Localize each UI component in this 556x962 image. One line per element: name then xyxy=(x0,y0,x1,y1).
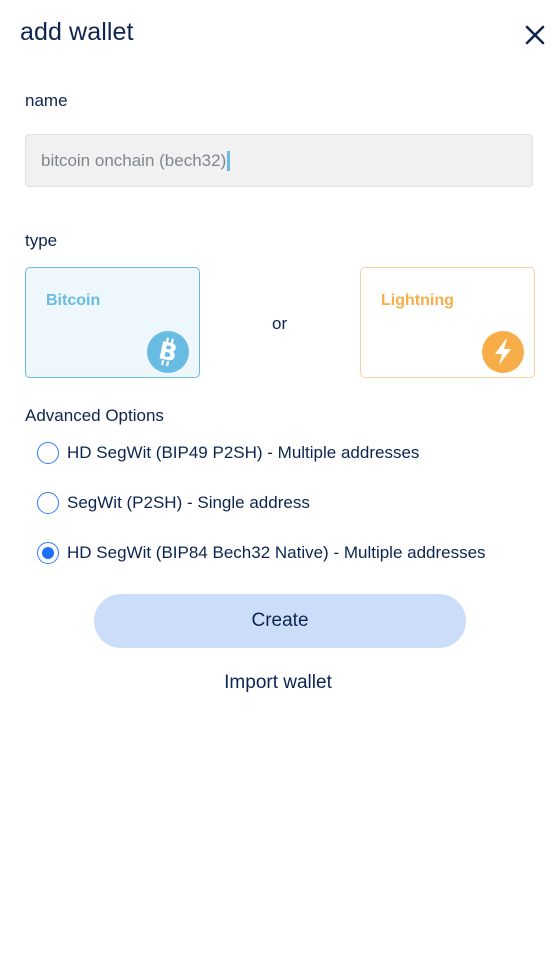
text-caret xyxy=(227,150,231,171)
create-button[interactable]: Create xyxy=(94,594,466,648)
name-label: name xyxy=(25,91,68,110)
bitcoin-type-card[interactable]: Bitcoin B xyxy=(25,267,200,378)
lightning-type-label: Lightning xyxy=(381,292,454,309)
bitcoin-icon: B xyxy=(147,331,189,373)
close-icon xyxy=(525,25,545,45)
wallet-name-input[interactable]: bitcoin onchain (bech32) xyxy=(25,134,533,187)
close-button[interactable] xyxy=(519,19,551,51)
advanced-options-label: Advanced Options xyxy=(25,406,164,425)
option-bip49-p2sh[interactable]: HD SegWit (BIP49 P2SH) - Multiple addres… xyxy=(37,440,419,466)
wallet-name-value: bitcoin onchain (bech32) xyxy=(41,150,227,170)
or-separator: or xyxy=(272,314,288,333)
radio-button[interactable] xyxy=(37,442,59,464)
option-bip84-bech32[interactable]: HD SegWit (BIP84 Bech32 Native) - Multip… xyxy=(37,540,486,566)
lightning-type-card[interactable]: Lightning xyxy=(360,267,535,378)
option-label: HD SegWit (BIP49 P2SH) - Multiple addres… xyxy=(67,443,420,462)
type-label: type xyxy=(25,231,58,250)
option-label: SegWit (P2SH) - Single address xyxy=(67,493,310,512)
add-wallet-screen: add wallet name bitcoin onchain (bech32)… xyxy=(0,0,556,962)
bitcoin-type-label: Bitcoin xyxy=(46,292,101,309)
radio-button-selected[interactable] xyxy=(37,542,59,564)
page-title: add wallet xyxy=(20,18,134,46)
radio-button[interactable] xyxy=(37,492,59,514)
option-label: HD SegWit (BIP84 Bech32 Native) - Multip… xyxy=(67,543,486,562)
radio-selected-dot xyxy=(42,547,54,559)
lightning-icon xyxy=(482,331,524,373)
import-wallet-link[interactable]: Import wallet xyxy=(0,672,556,694)
option-segwit-p2sh[interactable]: SegWit (P2SH) - Single address xyxy=(37,490,310,516)
